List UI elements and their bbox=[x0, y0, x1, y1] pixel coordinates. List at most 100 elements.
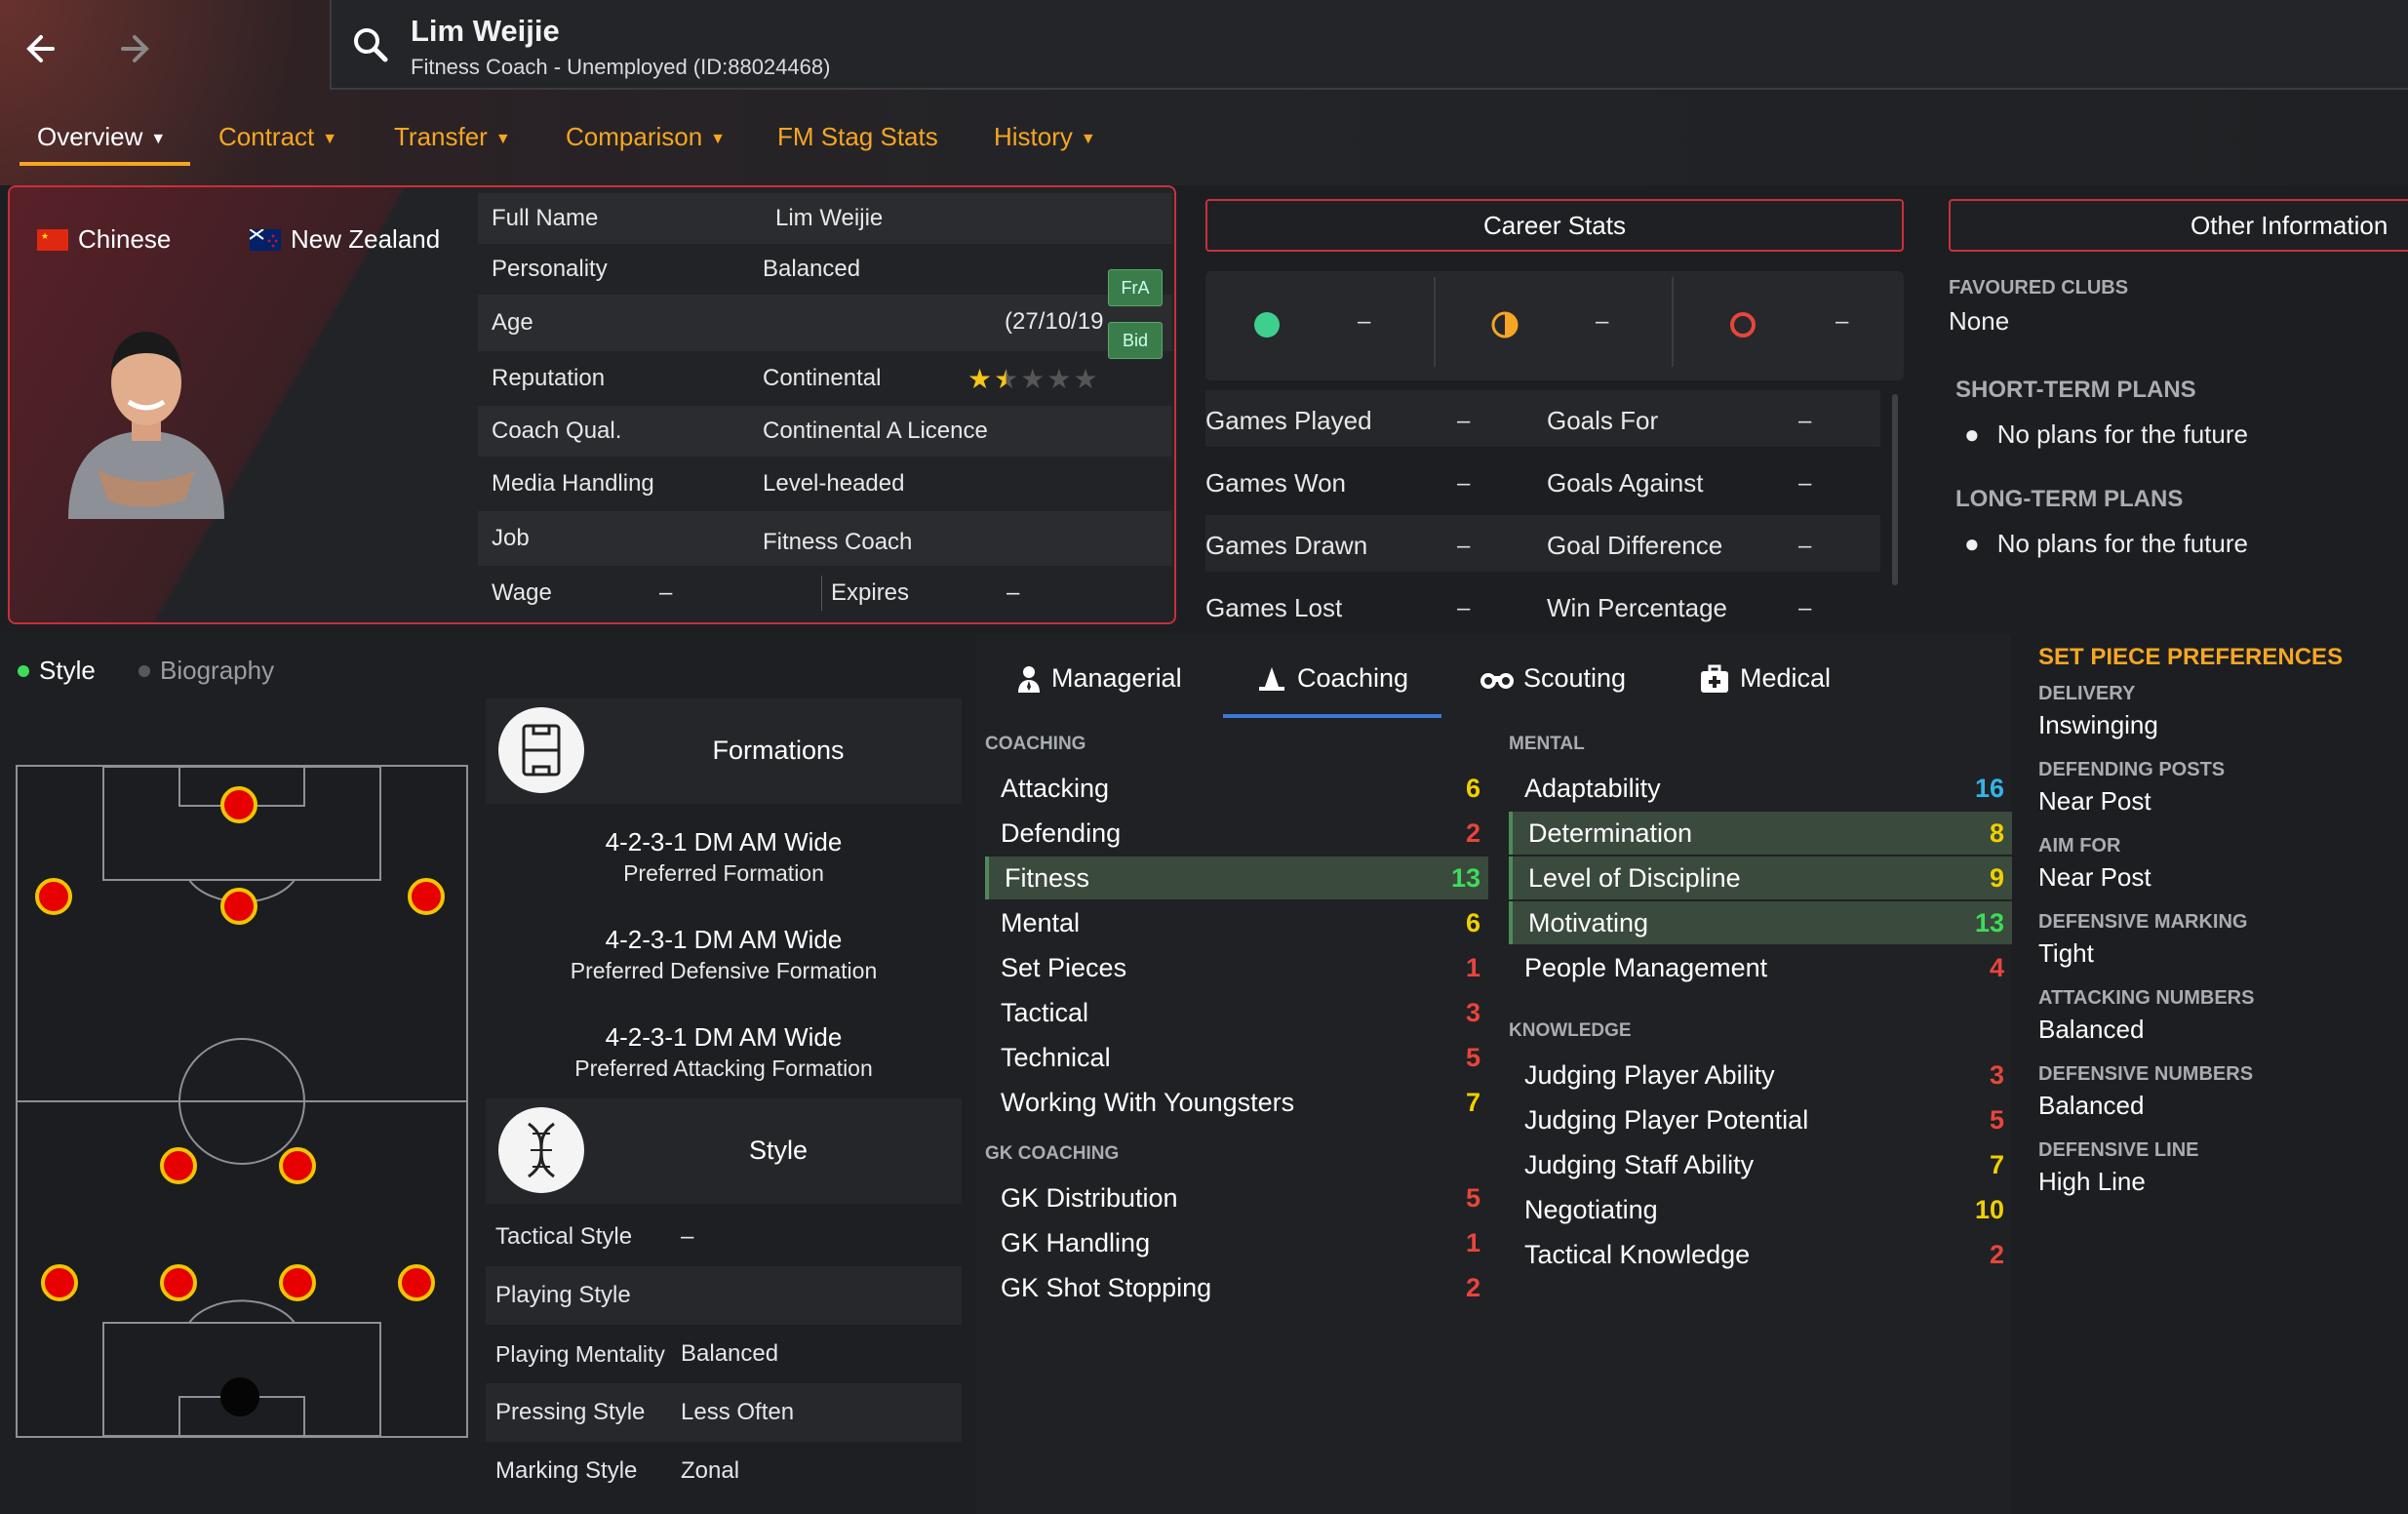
attribute-row[interactable]: Mental 6 bbox=[985, 901, 1488, 944]
attribute-row[interactable]: Attacking 6 bbox=[985, 767, 1488, 810]
set-piece-value: Near Post bbox=[2038, 786, 2151, 816]
medical-kit-icon bbox=[1701, 664, 1728, 693]
goals-for-label: Goals For bbox=[1547, 406, 1659, 435]
player-position-marker[interactable] bbox=[35, 878, 72, 915]
new-zealand-flag-icon bbox=[250, 228, 281, 251]
nationality-secondary[interactable]: New Zealand bbox=[250, 224, 440, 255]
career-stats-header[interactable]: Career Stats bbox=[1205, 199, 1904, 252]
attribute-row[interactable]: Technical 5 bbox=[985, 1036, 1488, 1079]
tactical-style-value: – bbox=[681, 1223, 694, 1250]
attribute-row[interactable]: GK Distribution 5 bbox=[985, 1176, 1488, 1219]
attribute-name: Defending bbox=[1001, 817, 1122, 848]
attribute-row[interactable]: Tactical 3 bbox=[985, 991, 1488, 1034]
attribute-name: GK Shot Stopping bbox=[1001, 1272, 1212, 1302]
tab-fm-stag-stats[interactable]: FM Stag Stats bbox=[777, 122, 938, 152]
attribute-row[interactable]: Judging Player Ability 3 bbox=[1509, 1054, 2012, 1096]
attribute-row[interactable]: Negotiating 10 bbox=[1509, 1188, 2012, 1231]
full-name-value: Lim Weijie bbox=[775, 205, 884, 231]
attribute-name: Adaptability bbox=[1524, 773, 1661, 803]
attribute-name: GK Handling bbox=[1001, 1227, 1151, 1257]
mental-section-label: MENTAL bbox=[1509, 734, 1585, 754]
back-arrow-icon[interactable] bbox=[18, 21, 72, 76]
attribute-value: 4 bbox=[1989, 952, 2004, 982]
long-term-plans-label: LONG-TERM PLANS bbox=[1955, 486, 2184, 512]
star-half-icon: ★ bbox=[994, 363, 1019, 394]
star-empty-icon: ★ bbox=[1046, 363, 1072, 394]
title-search-box[interactable]: Lim Weijie Fitness Coach - Unemployed (I… bbox=[330, 0, 2408, 90]
win-percentage-value: – bbox=[1798, 595, 1812, 621]
attribute-row[interactable]: Judging Staff Ability 7 bbox=[1509, 1143, 2012, 1186]
player-position-marker[interactable] bbox=[220, 888, 257, 925]
svg-text:★: ★ bbox=[41, 231, 49, 241]
attribute-row[interactable]: Determination 8 bbox=[1509, 812, 2012, 855]
player-position-marker[interactable] bbox=[279, 1147, 316, 1184]
games-drawn-label: Games Drawn bbox=[1205, 531, 1368, 560]
tab-managerial[interactable]: Managerial bbox=[1016, 663, 1182, 694]
tab-history[interactable]: History ▼ bbox=[994, 122, 1096, 152]
bid-badge[interactable]: Bid bbox=[1108, 322, 1163, 359]
search-icon[interactable] bbox=[351, 25, 390, 64]
attribute-name: Judging Player Potential bbox=[1524, 1104, 1809, 1135]
tab-transfer[interactable]: Transfer ▼ bbox=[394, 122, 511, 152]
draws-half-circle-icon bbox=[1491, 311, 1519, 339]
scrollbar[interactable] bbox=[1892, 394, 1898, 585]
goalkeeper-marker[interactable] bbox=[220, 1377, 259, 1416]
fra-badge[interactable]: FrA bbox=[1108, 269, 1163, 306]
personality-value: Balanced bbox=[763, 256, 861, 282]
tab-label: FM Stag Stats bbox=[777, 122, 938, 151]
tab-contract[interactable]: Contract ▼ bbox=[218, 122, 337, 152]
attribute-value: 2 bbox=[1989, 1239, 2004, 1269]
subtab-biography[interactable]: Biography bbox=[138, 656, 274, 686]
player-position-marker[interactable] bbox=[160, 1147, 197, 1184]
attribute-name: Level of Discipline bbox=[1528, 862, 1741, 893]
attribute-row[interactable]: Tactical Knowledge 2 bbox=[1509, 1233, 2012, 1276]
attacking-formation-name: 4-2-3-1 DM AM Wide bbox=[605, 1022, 843, 1052]
row-label: Media Handling bbox=[492, 470, 654, 497]
app-window: Lim Weijie Fitness Coach - Unemployed (I… bbox=[0, 0, 2408, 1514]
player-position-marker[interactable] bbox=[398, 1264, 435, 1301]
subtab-style[interactable]: Style bbox=[18, 656, 96, 686]
games-lost-label: Games Lost bbox=[1205, 593, 1343, 622]
attribute-row[interactable]: GK Shot Stopping 2 bbox=[985, 1266, 1488, 1309]
attribute-row[interactable]: Adaptability 16 bbox=[1509, 767, 2012, 810]
attribute-row[interactable]: Defending 2 bbox=[985, 812, 1488, 855]
attribute-value: 5 bbox=[1989, 1104, 2004, 1135]
set-piece-value: Balanced bbox=[2038, 1091, 2145, 1120]
attribute-row[interactable]: Set Pieces 1 bbox=[985, 946, 1488, 989]
cone-icon bbox=[1259, 666, 1284, 691]
attribute-row[interactable]: Judging Player Potential 5 bbox=[1509, 1098, 2012, 1141]
subtab-label: Biography bbox=[160, 656, 275, 685]
attribute-name: People Management bbox=[1524, 952, 1768, 982]
attribute-row[interactable]: GK Handling 1 bbox=[985, 1221, 1488, 1264]
tab-medical[interactable]: Medical bbox=[1699, 663, 1831, 694]
set-piece-label: DEFENSIVE LINE bbox=[2038, 1139, 2199, 1161]
player-position-marker[interactable] bbox=[160, 1264, 197, 1301]
tab-scouting[interactable]: Scouting bbox=[1480, 663, 1626, 694]
player-position-marker[interactable] bbox=[41, 1264, 78, 1301]
tab-comparison[interactable]: Comparison ▼ bbox=[566, 122, 726, 152]
player-position-marker[interactable] bbox=[408, 878, 445, 915]
attribute-row[interactable]: People Management 4 bbox=[1509, 946, 2012, 989]
attribute-row[interactable]: Fitness 13 bbox=[985, 857, 1488, 899]
forward-arrow-icon[interactable] bbox=[103, 21, 158, 76]
set-piece-label: ATTACKING NUMBERS bbox=[2038, 987, 2255, 1009]
attribute-name: Determination bbox=[1528, 817, 1693, 848]
player-position-marker[interactable] bbox=[279, 1264, 316, 1301]
attribute-row[interactable]: Level of Discipline 9 bbox=[1509, 857, 2012, 899]
tab-overview[interactable]: Overview ▼ bbox=[37, 122, 166, 152]
media-handling-value: Level-headed bbox=[763, 470, 905, 497]
player-position-marker[interactable] bbox=[220, 786, 257, 823]
other-information-header[interactable]: Other Information bbox=[1949, 199, 2408, 252]
pitch-markings bbox=[18, 767, 466, 1436]
attribute-name: Working With Youngsters bbox=[1001, 1087, 1295, 1117]
row-label: Job bbox=[492, 525, 530, 551]
attribute-row[interactable]: Motivating 13 bbox=[1509, 901, 2012, 944]
attribute-value: 13 bbox=[1974, 907, 2004, 937]
nationality-primary[interactable]: ★ Chinese bbox=[37, 224, 171, 255]
attribute-row[interactable]: Working With Youngsters 7 bbox=[985, 1081, 1488, 1124]
style-row-tactical-style: Tactical Style – bbox=[486, 1208, 962, 1266]
tab-coaching[interactable]: Coaching bbox=[1256, 663, 1408, 694]
set-piece-label: DEFENSIVE MARKING bbox=[2038, 911, 2248, 933]
style-row-pressing-style: Pressing Style Less Often bbox=[486, 1383, 962, 1442]
games-won-label: Games Won bbox=[1205, 468, 1347, 498]
